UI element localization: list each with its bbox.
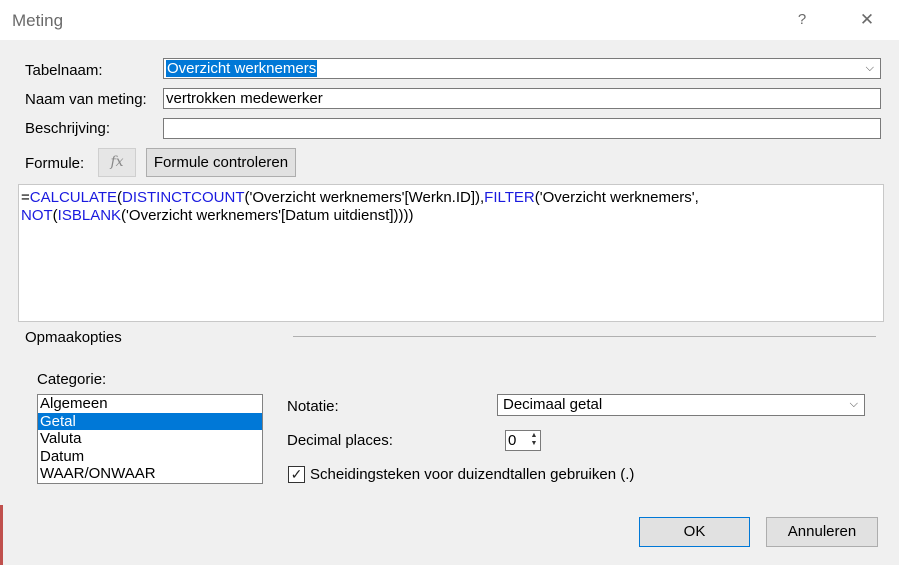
measure-name-label: Naam van meting: xyxy=(25,91,147,108)
formula-function: CALCULATE xyxy=(29,189,118,206)
measure-name-input[interactable]: vertrokken medewerker xyxy=(163,88,881,109)
notation-label: Notatie: xyxy=(287,398,339,415)
formula-line-1: =CALCULATE(DISTINCTCOUNT('Overzicht werk… xyxy=(21,189,881,207)
category-item[interactable]: Getal xyxy=(38,412,262,430)
notation-select[interactable]: Decimaal getal ⌵ xyxy=(497,394,865,416)
category-label: Categorie: xyxy=(37,371,107,388)
formula-line-2: NOT(ISBLANK('Overzicht werknemers'[Datum… xyxy=(21,207,881,225)
formula-function: NOT xyxy=(21,207,53,224)
formula-function: DISTINCTCOUNT xyxy=(122,189,245,206)
category-item[interactable]: Algemeen xyxy=(38,395,262,413)
category-item[interactable]: Valuta xyxy=(38,430,262,448)
checkmark-icon: ✓ xyxy=(290,466,303,482)
formula-text: ('Overzicht werknemers', xyxy=(534,189,699,206)
formula-function: FILTER xyxy=(484,189,535,206)
chevron-down-icon: ⌵ xyxy=(849,398,858,410)
formula-function: ISBLANK xyxy=(57,207,122,224)
formula-text: ('Overzicht werknemers'[Werkn.ID]), xyxy=(244,189,485,206)
close-button[interactable]: ✕ xyxy=(853,8,881,32)
description-label: Beschrijving: xyxy=(25,120,111,137)
category-item[interactable]: WAAR/ONWAAR xyxy=(38,465,262,483)
spin-arrows-icon[interactable]: ▲ ▼ xyxy=(529,432,539,449)
measure-dialog: Meting ? ✕ Tabelnaam: Overzicht werkneme… xyxy=(0,0,899,565)
separator-label: Scheidingsteken voor duizendtallen gebru… xyxy=(310,466,635,483)
check-formula-button[interactable]: Formule controleren xyxy=(146,148,296,177)
formula-text: = xyxy=(21,189,30,206)
fx-icon[interactable]: fx xyxy=(98,148,136,177)
decimal-places-value: 0 xyxy=(508,432,517,449)
category-item[interactable]: Datum xyxy=(38,448,262,466)
background-window-edge xyxy=(0,505,3,565)
category-listbox[interactable]: Algemeen Getal Valuta Datum WAAR/ONWAAR xyxy=(37,394,263,484)
title-bar: Meting ? ✕ xyxy=(0,0,899,40)
dialog-title: Meting xyxy=(12,11,64,30)
cancel-button[interactable]: Annuleren xyxy=(766,517,878,547)
notation-value: Decimaal getal xyxy=(503,396,603,413)
decimal-places-stepper[interactable]: 0 ▲ ▼ xyxy=(505,430,541,451)
formula-editor[interactable]: =CALCULATE(DISTINCTCOUNT('Overzicht werk… xyxy=(18,184,884,322)
formula-text: ('Overzicht werknemers'[Datum uitdienst]… xyxy=(121,207,414,224)
group-divider xyxy=(293,336,876,337)
format-group-label: Opmaakopties xyxy=(25,329,122,346)
table-name-select[interactable]: Overzicht werknemers ⌵ xyxy=(163,58,881,79)
separator-checkbox[interactable]: ✓ xyxy=(288,466,305,483)
chevron-down-icon: ⌵ xyxy=(865,62,874,74)
table-name-value: Overzicht werknemers xyxy=(166,60,318,77)
ok-button[interactable]: OK xyxy=(639,517,750,547)
help-button[interactable]: ? xyxy=(790,8,814,32)
description-input[interactable] xyxy=(163,118,881,139)
decimal-places-label: Decimal places: xyxy=(287,432,393,449)
formula-label: Formule: xyxy=(25,155,85,172)
table-name-label: Tabelnaam: xyxy=(25,62,103,79)
